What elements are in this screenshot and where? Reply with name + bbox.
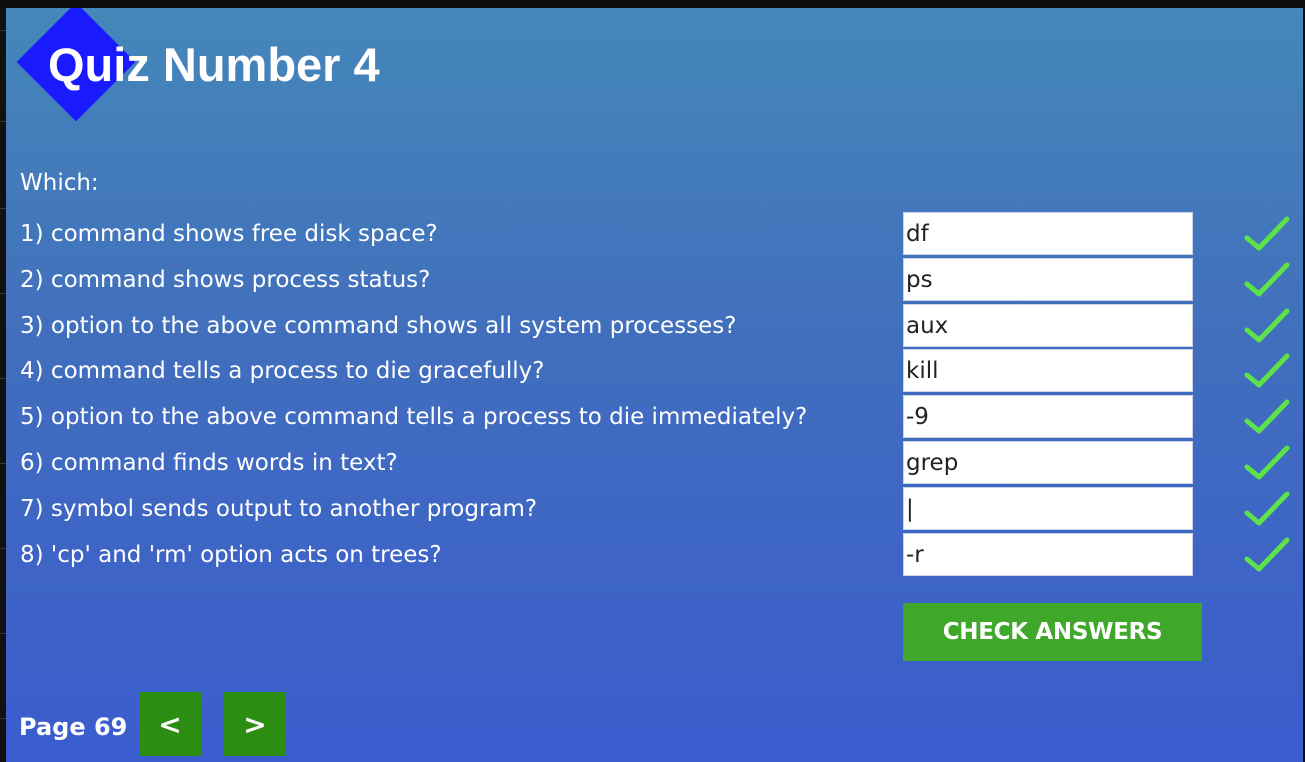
answer-input[interactable]	[903, 395, 1193, 438]
question-row: 5) option to the above command tells a p…	[6, 395, 1303, 439]
question-text: 3) option to the above command shows all…	[20, 313, 737, 339]
question-text: 4) command tells a process to die gracef…	[20, 358, 545, 384]
checkmark-icon	[1244, 262, 1290, 297]
quiz-page: Quiz Number 4 Which: 1) command shows fr…	[6, 8, 1303, 762]
question-row: 7) symbol sends output to another progra…	[6, 487, 1303, 531]
answer-input[interactable]	[903, 212, 1193, 255]
checkmark-icon	[1244, 537, 1290, 572]
answer-input[interactable]	[903, 487, 1193, 530]
question-text: 6) command finds words in text?	[20, 450, 398, 476]
question-row: 4) command tells a process to die gracef…	[6, 349, 1303, 393]
page-title: Quiz Number 4	[48, 38, 380, 91]
checkmark-icon	[1244, 491, 1290, 526]
answer-input[interactable]	[903, 441, 1193, 484]
checkmark-icon	[1244, 216, 1290, 251]
question-row: 8) 'cp' and 'rm' option acts on trees?	[6, 533, 1303, 577]
previous-page-button[interactable]: <	[139, 692, 201, 756]
answer-input[interactable]	[903, 258, 1193, 301]
answer-input[interactable]	[903, 533, 1193, 576]
checkmark-icon	[1244, 399, 1290, 434]
question-text: 7) symbol sends output to another progra…	[20, 496, 538, 522]
checkmark-icon	[1244, 308, 1290, 343]
page-number-label: Page 69	[19, 713, 128, 741]
question-row: 2) command shows process status?	[6, 258, 1303, 302]
check-answers-button[interactable]: CHECK ANSWERS	[903, 603, 1202, 661]
checkmark-icon	[1244, 353, 1290, 388]
question-row: 3) option to the above command shows all…	[6, 304, 1303, 348]
checkmark-icon	[1244, 445, 1290, 480]
question-text: 2) command shows process status?	[20, 267, 431, 293]
question-text: 5) option to the above command tells a p…	[20, 404, 808, 430]
question-row: 6) command finds words in text?	[6, 441, 1303, 485]
question-text: 8) 'cp' and 'rm' option acts on trees?	[20, 542, 442, 568]
question-row: 1) command shows free disk space?	[6, 212, 1303, 256]
answer-input[interactable]	[903, 349, 1193, 392]
next-page-button[interactable]: >	[224, 692, 286, 756]
question-prompt: Which:	[20, 170, 99, 196]
question-text: 1) command shows free disk space?	[20, 221, 438, 247]
answer-input[interactable]	[903, 304, 1193, 347]
